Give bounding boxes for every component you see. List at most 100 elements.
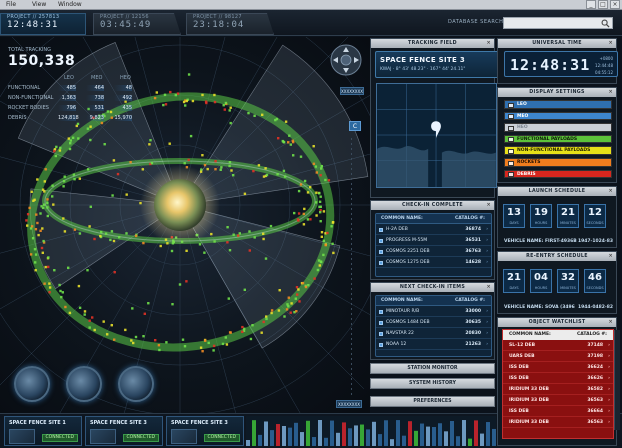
tracked-object [228, 249, 232, 252]
site-card-2[interactable]: SPACE FENCE SITE 3 CONNECTED [85, 416, 163, 446]
row-catalog: 36624 [587, 365, 603, 370]
table-row[interactable]: IRIDIUM 33 DEB 36563 › [503, 395, 613, 406]
row-name: NOAA 12 [386, 342, 407, 347]
project-tab-3[interactable]: PROJECT // 98127 23:18:04 [186, 13, 274, 35]
view-badge-top[interactable]: XXXXXXXX [340, 87, 364, 95]
table-row[interactable]: COSMOS 2251 DEB 36763 › [376, 246, 491, 257]
table-row[interactable]: NOAA 12 21263 › [376, 339, 491, 350]
tracking-map[interactable] [376, 83, 497, 188]
checkbox[interactable] [379, 249, 383, 254]
table-row[interactable]: H-2A DEB 36874 › [376, 224, 491, 235]
checkbox[interactable] [379, 309, 383, 314]
navigation-dpad[interactable] [330, 44, 362, 76]
tracked-object [318, 200, 322, 203]
tracked-object [306, 218, 310, 221]
checkbox[interactable] [508, 125, 514, 131]
site-card-3[interactable]: SPACE FENCE SITE 3 CONNECTED [166, 416, 244, 446]
tracked-object [264, 167, 267, 170]
table-row[interactable]: ISS DEB 36626 › [503, 373, 613, 384]
table-row[interactable]: NAVSTAR 22 20830 › [376, 328, 491, 339]
tracked-object [313, 277, 316, 280]
mini-globe-2[interactable] [66, 366, 102, 402]
toggle-functional-payloads[interactable]: FUNCTIONAL PAYLOADS [504, 134, 612, 144]
table-row[interactable]: PROGRESS M-55M 36531 › [376, 235, 491, 246]
toggle-leo[interactable]: LEO [504, 100, 612, 109]
close-icon[interactable]: × [487, 201, 492, 210]
toggle-heo[interactable]: HEO [504, 123, 612, 132]
signal-stream[interactable] [246, 416, 496, 446]
project-tab-1[interactable]: PROJECT // 257813 12:48:31 [0, 13, 86, 35]
watchlist-scrollbar[interactable] [614, 330, 620, 430]
count-value: 21 [561, 207, 575, 218]
checkbox[interactable] [508, 102, 514, 108]
table-row[interactable]: ISS DEB 36664 › [503, 406, 613, 417]
database-search-input[interactable] [504, 27, 612, 37]
countdown-hours: 19 HOURS [530, 204, 552, 228]
menu-file[interactable]: File [6, 0, 16, 10]
checkbox[interactable] [508, 160, 514, 166]
tracked-object [203, 163, 207, 167]
maximize-button[interactable]: □ [598, 0, 608, 9]
checkbox[interactable] [508, 172, 514, 178]
row-functional: FUNCTIONAL [8, 85, 41, 91]
checkbox[interactable] [379, 331, 383, 336]
close-icon[interactable]: × [487, 39, 492, 48]
station-monitor-header[interactable]: STATION MONITOR [370, 363, 495, 374]
view-badge-bottom[interactable]: XXXXXXXX [336, 400, 362, 408]
close-icon[interactable]: × [609, 88, 614, 97]
tracked-object [203, 251, 206, 254]
close-icon[interactable]: × [609, 39, 614, 48]
table-row[interactable]: MINOTAUR R/B 33000 › [376, 306, 491, 317]
row-catalog: 33000 [465, 309, 481, 314]
mini-globe-3[interactable] [118, 366, 154, 402]
table-row[interactable]: COSMOS 1484 DEB 30635 › [376, 317, 491, 328]
close-icon[interactable]: × [487, 283, 492, 292]
tracked-object [320, 235, 323, 238]
toggle-debris[interactable]: DEBRIS [504, 169, 612, 179]
table-row[interactable]: UARS DEB 37198 › [503, 351, 613, 362]
toggle-rockets[interactable]: ROCKETS [504, 158, 612, 167]
project-tab-2[interactable]: PROJECT // 12156 03:45:49 [93, 13, 181, 35]
table-row[interactable]: IRIDIUM 33 DEB 36582 › [503, 384, 613, 395]
close-button[interactable]: × [610, 0, 620, 9]
mini-globe-1[interactable] [14, 366, 50, 402]
checkbox[interactable] [379, 342, 383, 347]
table-row[interactable]: COSMOS 1275 DEB 14628 › [376, 257, 491, 268]
tracked-object [72, 173, 76, 176]
tracked-object [31, 237, 35, 240]
toggle-non-functional-payloads[interactable]: NON-FUNCTIONAL PAYLOADS [504, 146, 612, 155]
table-row[interactable]: SL-12 DEB 37148 › [503, 340, 613, 351]
preferences-header[interactable]: PREFERENCES [370, 396, 495, 407]
table-row[interactable]: IRIDIUM 33 DEB 36563 › [503, 417, 613, 428]
tracked-object [46, 206, 49, 209]
tracked-object [232, 233, 235, 236]
menu-view[interactable]: View [32, 0, 46, 10]
signal-bar [276, 424, 280, 446]
minimize-button[interactable]: _ [586, 0, 596, 9]
checkbox[interactable] [508, 148, 514, 154]
tracked-object [302, 223, 306, 226]
tracked-object [319, 174, 322, 177]
close-icon[interactable]: × [609, 252, 614, 261]
checkbox[interactable] [379, 260, 383, 265]
tracked-object [178, 283, 182, 286]
toggle-meo[interactable]: MEO [504, 111, 612, 121]
signal-bar [432, 427, 436, 446]
system-history-header[interactable]: SYSTEM HISTORY [370, 378, 495, 389]
tracked-object [260, 331, 263, 334]
close-icon[interactable]: × [609, 318, 614, 327]
camera-button[interactable]: C [349, 121, 361, 131]
earth-globe[interactable] [154, 179, 206, 231]
checkbox[interactable] [379, 227, 383, 232]
zoom-track[interactable] [351, 138, 352, 398]
close-icon[interactable]: × [609, 187, 614, 196]
table-row[interactable]: ISS DEB 36624 › [503, 362, 613, 373]
site-card-1[interactable]: SPACE FENCE SITE 1 CONNECTED [4, 416, 82, 446]
checkbox[interactable] [508, 114, 514, 120]
checkbox[interactable] [508, 137, 514, 143]
checkbox[interactable] [379, 238, 383, 243]
checkbox[interactable] [379, 320, 383, 325]
menu-window[interactable]: Window [58, 0, 82, 10]
object-watchlist-panel: OBJECT WATCHLIST × COMMON NAME: CATALOG #:… [497, 317, 617, 446]
search-icon[interactable] [601, 19, 610, 28]
